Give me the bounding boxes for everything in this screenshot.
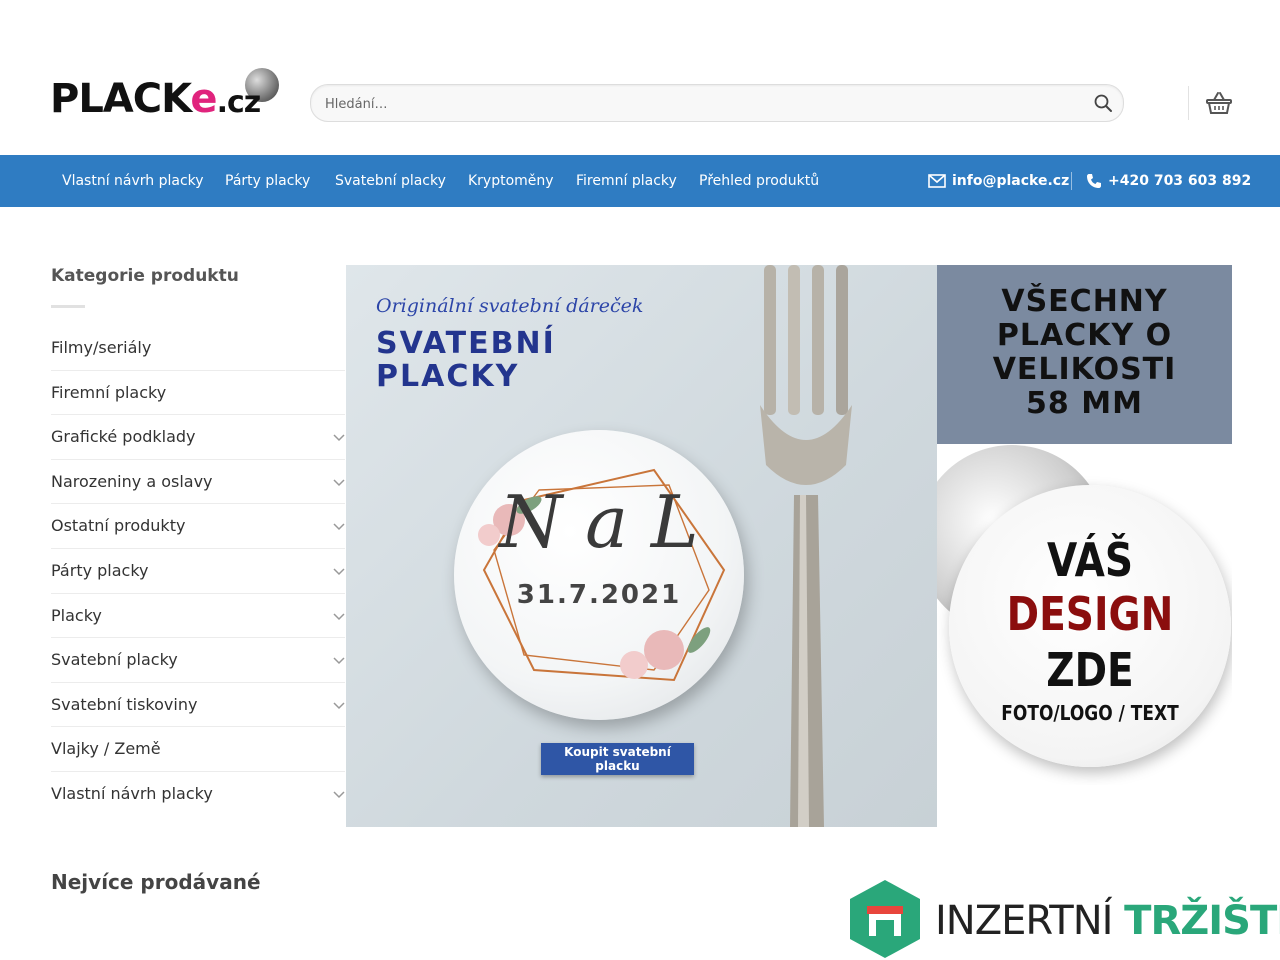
design-line: ZDE xyxy=(1046,643,1134,697)
nav-item-vlastni-navrh[interactable]: Vlastní návrh placky xyxy=(62,155,204,207)
chevron-down-icon[interactable] xyxy=(333,788,345,800)
email-text: info@placke.cz xyxy=(952,173,1070,189)
phone-icon xyxy=(1087,174,1101,188)
category-heading: Kategorie produktu xyxy=(51,266,239,286)
design-line-accent: DESIGN xyxy=(1006,587,1174,641)
category-label: Grafické podklady xyxy=(51,427,196,447)
size-info-card[interactable]: VŠECHNY PLACKY O VELIKOSTI 58 MM xyxy=(937,265,1232,444)
category-item[interactable]: Narozeniny a oslavy xyxy=(51,460,345,505)
site-header: PLACKe.cz xyxy=(0,0,1280,155)
envelope-icon xyxy=(928,174,946,188)
buy-wedding-badge-button[interactable]: Koupit svatební placku xyxy=(541,743,694,775)
watermark-text: INZERTNÍ TRŽIŠTĚ xyxy=(935,898,1280,944)
chevron-down-icon[interactable] xyxy=(333,610,345,622)
custom-design-card[interactable]: VÁŠ DESIGN ZDE FOTO/LOGO / TEXT xyxy=(937,445,1232,785)
category-list: Filmy/seriály Firemní placky Grafické po… xyxy=(51,326,345,816)
category-label: Narozeniny a oslavy xyxy=(51,471,213,491)
main-navigation: Vlastní návrh placky Párty placky Svateb… xyxy=(0,155,1280,207)
design-subline: FOTO/LOGO / TEXT xyxy=(1001,701,1179,725)
size-info-line: 58 MM xyxy=(1026,386,1143,421)
category-item[interactable]: Vlajky / Země xyxy=(51,727,345,772)
bestsellers-heading: Nejvíce prodávané xyxy=(51,870,261,894)
wedding-badge-image: N a L 31.7.2021 xyxy=(454,430,744,720)
nav-item-party-placky[interactable]: Párty placky xyxy=(225,155,310,207)
category-item[interactable]: Grafické podklady xyxy=(51,415,345,460)
nav-email-link[interactable]: info@placke.cz xyxy=(928,155,1069,207)
nav-separator xyxy=(1071,172,1072,190)
category-item[interactable]: Svatební placky xyxy=(51,638,345,683)
search-icon[interactable] xyxy=(1093,93,1113,113)
category-label: Svatební tiskoviny xyxy=(51,694,198,714)
banner-title-line: SVATEBNÍ xyxy=(376,326,556,361)
phone-text: +420 703 603 892 xyxy=(1108,173,1252,189)
badge-front-image: VÁŠ DESIGN ZDE FOTO/LOGO / TEXT xyxy=(949,485,1231,767)
badge-date: 31.7.2021 xyxy=(516,580,682,610)
header-divider xyxy=(1188,86,1189,120)
banner-title-line: PLACKY xyxy=(376,359,520,394)
category-item[interactable]: Párty placky xyxy=(51,549,345,594)
search-input[interactable] xyxy=(323,85,1087,123)
category-label: Vlajky / Země xyxy=(51,739,161,759)
chevron-down-icon[interactable] xyxy=(333,476,345,488)
size-info-line: VELIKOSTI xyxy=(992,352,1177,387)
category-item[interactable]: Placky xyxy=(51,594,345,639)
chevron-down-icon[interactable] xyxy=(333,565,345,577)
category-label: Vlastní návrh placky xyxy=(51,783,213,803)
fork-image xyxy=(760,265,852,827)
category-item[interactable]: Ostatní produkty xyxy=(51,504,345,549)
heading-underline xyxy=(51,305,85,308)
category-label: Párty placky xyxy=(51,560,149,580)
chevron-down-icon[interactable] xyxy=(333,520,345,532)
category-item[interactable]: Filmy/seriály xyxy=(51,326,345,371)
search-bar xyxy=(310,84,1124,123)
category-label: Svatební placky xyxy=(51,650,178,670)
watermark-logo: INZERTNÍ TRŽIŠTĚ xyxy=(850,880,1280,960)
chevron-down-icon[interactable] xyxy=(333,431,345,443)
nav-item-svatebni-placky[interactable]: Svatební placky xyxy=(335,155,446,207)
site-logo[interactable]: PLACKe.cz xyxy=(50,68,280,138)
banner-subtitle: Originální svatební dáreček xyxy=(376,295,644,317)
category-item[interactable]: Vlastní návrh placky xyxy=(51,772,345,816)
basket-icon[interactable] xyxy=(1205,89,1233,117)
size-info-line: VŠECHNY xyxy=(1001,284,1168,319)
nav-item-firemni-placky[interactable]: Firemní placky xyxy=(576,155,677,207)
design-line: VÁŠ xyxy=(1046,533,1134,587)
category-label: Ostatní produkty xyxy=(51,516,186,536)
size-info-line: PLACKY O xyxy=(996,318,1173,353)
wedding-banner[interactable]: Originální svatební dáreček SVATEBNÍ PLA… xyxy=(346,265,937,827)
chevron-down-icon[interactable] xyxy=(333,654,345,666)
nav-item-kryptomeny[interactable]: Kryptoměny xyxy=(468,155,554,207)
category-item[interactable]: Svatební tiskoviny xyxy=(51,683,345,728)
logo-text: PLACKe.cz xyxy=(50,76,261,122)
category-label: Filmy/seriály xyxy=(51,338,152,357)
category-label: Placky xyxy=(51,605,102,625)
category-item[interactable]: Firemní placky xyxy=(51,371,345,416)
nav-phone-link[interactable]: +420 703 603 892 xyxy=(1086,155,1251,207)
banner-title: SVATEBNÍ PLACKY xyxy=(376,327,556,393)
nav-item-prehled-produktu[interactable]: Přehled produktů xyxy=(699,155,819,207)
category-label: Firemní placky xyxy=(51,382,167,402)
shop-icon xyxy=(850,880,920,958)
floral-frame-icon xyxy=(478,468,726,682)
chevron-down-icon[interactable] xyxy=(333,699,345,711)
size-info-text: VŠECHNY PLACKY O VELIKOSTI 58 MM xyxy=(937,285,1232,421)
badge-initials: N a L xyxy=(499,480,699,564)
